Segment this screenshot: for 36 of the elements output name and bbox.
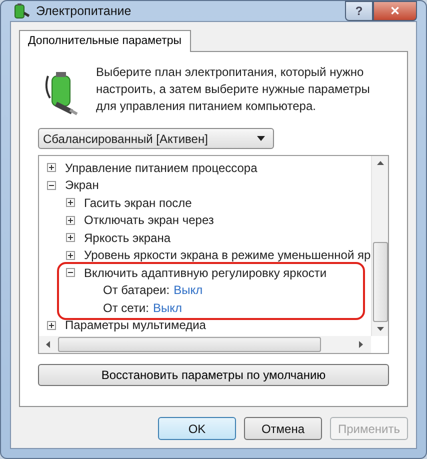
setting-label: От батареи: (103, 283, 170, 298)
scroll-right-icon[interactable] (359, 341, 363, 348)
dialog-button[interactable]: Отмена (244, 417, 322, 440)
description-text: Выберите план электропитания, который нужно настроить, а затем выберите нужные параметры для управления питанием компьютера. (96, 64, 371, 115)
tree-item[interactable]: Отключать экран через (84, 213, 214, 228)
plan-dropdown[interactable]: Сбалансированный [Активен] (38, 128, 274, 149)
caret-icon (257, 136, 265, 141)
collapse-icon[interactable] (66, 268, 75, 278)
tab[interactable]: Дополнительные параметры (19, 30, 190, 52)
expand-icon[interactable] (66, 233, 75, 242)
restore-defaults-button[interactable]: Восстановить параметры по умолчанию (38, 364, 389, 386)
dialog-button[interactable]: OK (158, 417, 236, 440)
tree-item[interactable]: Параметры мультимедиа (65, 318, 206, 332)
tree-item[interactable]: Включить адаптивную регулировку яркости (84, 266, 327, 280)
vertical-scrollbar[interactable] (371, 156, 388, 336)
expand-icon[interactable] (66, 250, 75, 260)
scroll-up-icon[interactable] (376, 161, 384, 165)
expand-icon[interactable] (47, 163, 56, 172)
setting-value-link[interactable]: Выкл (174, 283, 203, 298)
tree-item[interactable]: Управление питанием процессора (65, 160, 258, 175)
tree-item[interactable]: Гасить экран после (84, 196, 192, 210)
window-title: Электропитание (36, 4, 132, 18)
expand-icon[interactable] (66, 198, 75, 208)
tree-item[interactable]: Уровень яркости экрана в режиме уменьшенной яр (84, 248, 371, 262)
tree-item[interactable]: Яркость экрана (84, 230, 171, 245)
expand-icon[interactable] (47, 320, 56, 330)
horizontal-scrollbar[interactable] (39, 336, 371, 353)
help-button[interactable]: ? (345, 1, 373, 21)
tree-item[interactable]: Экран (65, 178, 99, 192)
battery-plug-icon (12, 2, 30, 20)
collapse-icon[interactable] (47, 180, 56, 190)
setting-label: От сети: (103, 300, 149, 315)
scroll-down-icon[interactable] (376, 327, 384, 331)
setting-value-link[interactable]: Выкл (152, 300, 182, 315)
expand-icon[interactable] (66, 216, 75, 225)
scroll-left-icon[interactable] (46, 341, 50, 348)
